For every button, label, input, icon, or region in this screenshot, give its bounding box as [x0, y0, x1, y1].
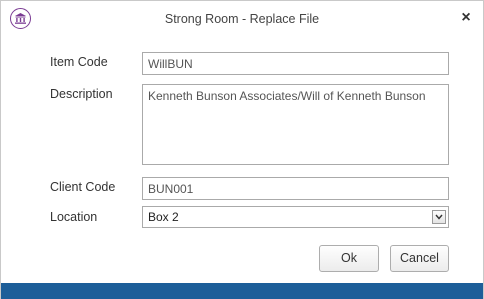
chevron-down-icon[interactable]: [432, 210, 446, 224]
description-label: Description: [50, 87, 113, 101]
client-code-label: Client Code: [50, 180, 116, 194]
item-code-label: Item Code: [50, 55, 108, 69]
cancel-button[interactable]: Cancel: [390, 245, 449, 272]
location-value: Box 2: [148, 210, 179, 224]
location-label: Location: [50, 210, 98, 224]
close-icon[interactable]: ×: [457, 9, 475, 27]
location-select[interactable]: Box 2: [142, 206, 449, 228]
ok-button[interactable]: Ok: [319, 245, 379, 272]
title-bar: Strong Room - Replace File ×: [1, 1, 483, 37]
item-code-field[interactable]: WillBUN: [142, 52, 449, 75]
client-code-field[interactable]: BUN001: [142, 177, 449, 200]
dialog-title: Strong Room - Replace File: [164, 12, 320, 26]
footer-bar: [1, 283, 483, 299]
description-field[interactable]: Kenneth Bunson Associates/Will of Kennet…: [142, 84, 449, 165]
replace-file-dialog: Strong Room - Replace File × Item Code W…: [0, 0, 484, 299]
